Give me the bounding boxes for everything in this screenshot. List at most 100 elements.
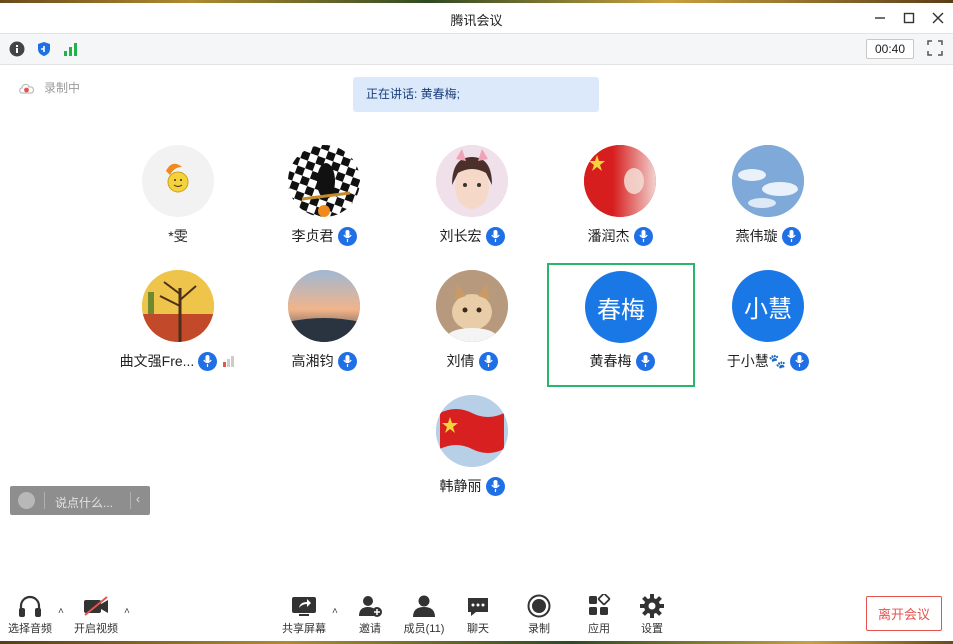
members-label: 成员(11) (403, 623, 445, 635)
members-icon (413, 595, 435, 617)
fullscreen-icon (927, 40, 943, 56)
meeting-toolbar: 00:40 (0, 33, 953, 65)
avatar (142, 145, 214, 217)
title-bar: 腾讯会议 (0, 3, 953, 33)
participant-name: 黄春梅 (549, 351, 695, 371)
participant-name: 韩静丽 (399, 476, 545, 496)
signal-icon (64, 43, 77, 56)
chat-label: 聊天 (467, 623, 489, 635)
participant-name: 曲文强Fre... (105, 351, 251, 371)
record-label: 录制 (528, 623, 550, 635)
chat-button[interactable]: 聊天 (450, 593, 506, 637)
minimize-icon (875, 17, 885, 19)
participant-tile[interactable]: 刘长宏 (399, 137, 545, 261)
video-label: 开启视频 (74, 623, 118, 635)
participant-name: 燕伟璇 (695, 226, 841, 246)
participant-tile[interactable]: 李贞君 (251, 137, 397, 261)
fullscreen-button[interactable] (927, 40, 945, 58)
avatar (436, 395, 508, 467)
apps-button[interactable]: 应用 (571, 593, 627, 637)
share-screen-button[interactable]: 共享屏幕 (276, 593, 332, 637)
microphone-icon[interactable] (478, 351, 498, 371)
avatar (288, 145, 360, 217)
minimize-button[interactable] (870, 9, 890, 27)
participant-tile[interactable]: 刘倩 (399, 262, 545, 386)
video-options-chevron-icon[interactable]: ˄ (124, 606, 130, 617)
participant-tile[interactable]: 小慧 于小慧🐾 (695, 262, 841, 386)
maximize-button[interactable] (899, 9, 919, 27)
microphone-icon[interactable] (485, 226, 505, 246)
speaking-banner: 正在讲话: 黄春梅; (353, 77, 599, 112)
info-button[interactable] (8, 40, 26, 58)
participant-name: 刘倩 (399, 351, 545, 371)
avatar (436, 270, 508, 342)
participant-tile[interactable]: 韩静丽 (399, 387, 545, 511)
network-status-button[interactable] (62, 40, 80, 58)
avatar: 小慧 (732, 270, 804, 342)
participant-name: 于小慧🐾 (695, 351, 841, 371)
record-icon (527, 594, 551, 618)
invite-button[interactable]: 邀请 (342, 593, 398, 637)
microphone-icon[interactable] (485, 476, 505, 496)
video-off-icon (84, 596, 108, 616)
participant-name: 潘润杰 (547, 226, 693, 246)
share-options-chevron-icon[interactable]: ˄ (332, 606, 338, 617)
share-label: 共享屏幕 (282, 623, 326, 635)
participant-tile[interactable]: 曲文强Fre... (105, 262, 251, 386)
headset-icon (19, 595, 41, 617)
close-icon (932, 12, 944, 24)
chat-icon (468, 598, 488, 616)
microphone-icon[interactable] (781, 226, 801, 246)
avatar (142, 270, 214, 342)
audio-options-chevron-icon[interactable]: ˄ (58, 606, 64, 617)
participant-name: 李贞君 (251, 226, 397, 246)
invite-icon (359, 596, 382, 617)
apps-label: 应用 (588, 623, 610, 635)
microphone-icon[interactable] (337, 351, 357, 371)
invite-label: 邀请 (359, 623, 381, 635)
shield-icon (38, 42, 50, 56)
participant-tile[interactable]: 高湘钧 (251, 262, 397, 386)
avatar (732, 145, 804, 217)
microphone-icon[interactable] (198, 351, 218, 371)
chat-input[interactable]: 说点什么... (55, 494, 113, 511)
participant-tile[interactable]: 潘润杰 (547, 137, 693, 261)
settings-button[interactable]: 设置 (624, 593, 680, 637)
meeting-timer: 00:40 (866, 39, 914, 59)
quick-chat-bar[interactable]: 说点什么... ‹ (10, 486, 150, 515)
avatar (436, 145, 508, 217)
participant-name: 高湘钧 (251, 351, 397, 371)
participant-tile-active-speaker[interactable]: 春梅 黄春梅 (547, 263, 695, 387)
audio-button[interactable]: 选择音频 (2, 593, 58, 637)
window-title: 腾讯会议 (450, 13, 503, 28)
maximize-icon (903, 12, 915, 24)
apps-icon (589, 594, 611, 615)
security-button[interactable] (35, 40, 53, 58)
recording-indicator: 录制中 (18, 79, 80, 96)
microphone-icon[interactable] (337, 226, 357, 246)
settings-label: 设置 (641, 623, 663, 635)
avatar (584, 145, 656, 217)
participant-name: *雯 (168, 228, 188, 244)
microphone-icon[interactable] (633, 226, 653, 246)
divider (130, 492, 131, 509)
gear-icon (640, 594, 664, 618)
audio-label: 选择音频 (8, 623, 52, 635)
leave-meeting-button[interactable]: 离开会议 (866, 596, 942, 631)
collapse-chevron-icon[interactable]: ‹ (136, 492, 140, 506)
info-icon (9, 41, 25, 57)
weak-signal-icon (223, 356, 235, 367)
participant-name: 刘长宏 (399, 226, 545, 246)
recording-label: 录制中 (44, 81, 81, 95)
video-button[interactable]: 开启视频 (68, 593, 124, 637)
members-button[interactable]: 成员(11) (396, 593, 452, 637)
participant-tile[interactable]: *雯 (105, 137, 251, 261)
microphone-icon[interactable] (635, 351, 655, 371)
participant-tile[interactable]: 燕伟璇 (695, 137, 841, 261)
microphone-icon[interactable] (790, 351, 810, 371)
avatar: 春梅 (585, 271, 657, 343)
close-button[interactable] (928, 9, 948, 27)
emoji-icon[interactable] (18, 492, 35, 509)
share-screen-icon (292, 597, 316, 616)
record-button[interactable]: 录制 (511, 593, 567, 637)
